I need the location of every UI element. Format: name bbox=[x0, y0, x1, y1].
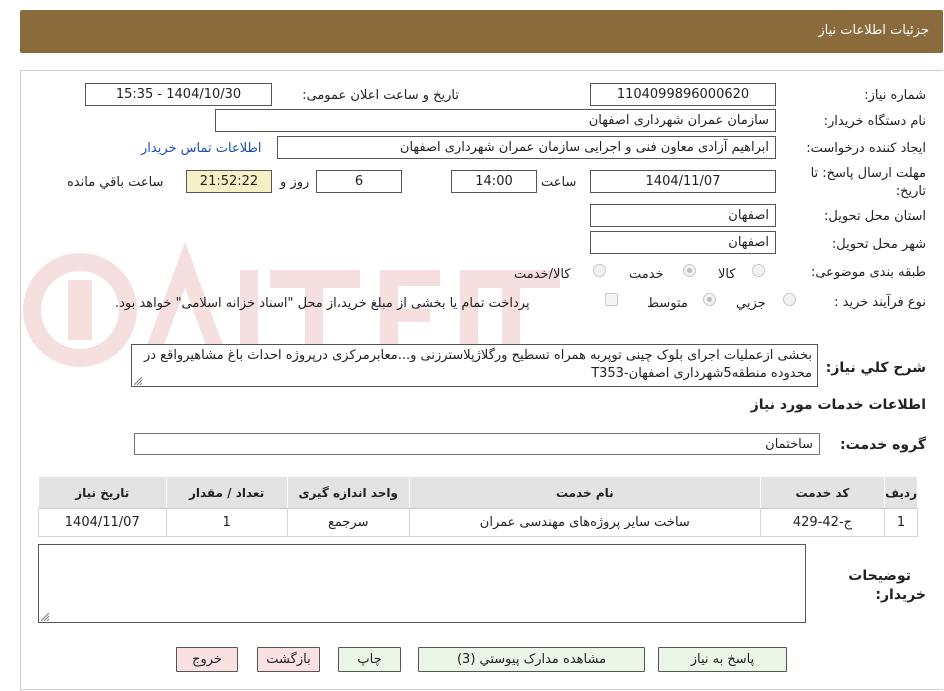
description-label: شرح کلي نیاز: bbox=[825, 360, 926, 376]
resize-handle-icon[interactable] bbox=[134, 377, 142, 385]
remaining-time-field: 21:52:22 bbox=[186, 170, 272, 193]
buyer-notes-textarea[interactable] bbox=[38, 544, 806, 623]
remaining-label: ساعت باقي مانده bbox=[67, 175, 164, 190]
cell-quantity: 1 bbox=[165, 508, 288, 537]
cell-row-number: 1 bbox=[884, 508, 918, 537]
purchase-minor-label: جزیي bbox=[736, 296, 766, 311]
deadline-date-label: تاریخ: bbox=[895, 184, 926, 199]
services-section-title: اطلاعات خدمات مورد نیاز bbox=[750, 397, 926, 413]
requester-field: ابراهیم آزادی معاون فنی و اجرایی سازمان … bbox=[277, 136, 776, 159]
category-service-radio[interactable] bbox=[683, 264, 696, 277]
col-service-name: نام خدمت bbox=[408, 476, 761, 509]
cell-need-date: 1404/11/07 bbox=[38, 508, 167, 537]
category-goods-label: کالا bbox=[718, 267, 736, 282]
buyer-notes-label-2: خریدار: bbox=[875, 587, 926, 603]
cell-service-name: ساخت سایر پروژه‌های مهندسی عمران bbox=[408, 508, 761, 537]
days-label: روز و bbox=[280, 175, 310, 190]
back-button[interactable]: بازگشت bbox=[257, 647, 320, 672]
reply-button[interactable]: پاسخ به نیاز bbox=[658, 647, 787, 672]
days-field: 6 bbox=[316, 170, 402, 193]
col-need-date: تاریخ نیاز bbox=[38, 476, 167, 509]
province-field: اصفهان bbox=[590, 204, 776, 227]
page-title: جزئیات اطلاعات نیاز bbox=[818, 23, 929, 38]
purchase-medium-radio[interactable] bbox=[703, 293, 716, 306]
col-quantity: تعداد / مقدار bbox=[165, 476, 288, 509]
cell-service-code: ج-42-429 bbox=[759, 508, 886, 537]
requester-label: ایجاد کننده درخواست: bbox=[806, 141, 926, 156]
description-textarea[interactable]: بخشی ازعملیات اجرای بلوک چینی توپربه همر… bbox=[131, 344, 818, 387]
category-service-label: خدمت bbox=[629, 267, 664, 282]
buyer-org-field: سازمان عمران شهرداری اصفهان bbox=[215, 109, 776, 132]
resize-handle-icon[interactable] bbox=[41, 613, 49, 621]
service-group-label: گروه خدمت: bbox=[840, 437, 926, 453]
category-label: طبقه بندی موضوعی: bbox=[810, 265, 926, 280]
announce-field: 1404/10/30 - 15:35 bbox=[85, 83, 272, 106]
deadline-date-field: 1404/11/07 bbox=[590, 170, 776, 193]
table-row: 1 ج-42-429 ساخت سایر پروژه‌های مهندسی عم… bbox=[38, 508, 918, 537]
category-both-label: کالا/خدمت bbox=[514, 267, 571, 282]
announce-label: تاریخ و ساعت اعلان عمومی: bbox=[302, 88, 459, 103]
purchase-minor-radio[interactable] bbox=[783, 293, 796, 306]
exit-button[interactable]: خروج bbox=[176, 647, 238, 672]
city-field: اصفهان bbox=[590, 231, 776, 254]
deadline-time-label: ساعت bbox=[541, 175, 577, 190]
deadline-label: مهلت ارسال پاسخ: تا bbox=[810, 166, 926, 181]
col-service-code: کد خدمت bbox=[759, 476, 886, 509]
services-table: ردیف کد خدمت نام خدمت واحد اندازه گیری ت… bbox=[38, 476, 918, 537]
description-text: بخشی ازعملیات اجرای بلوک چینی توپربه همر… bbox=[143, 348, 812, 381]
payment-note: پرداخت تمام یا بخشی از مبلغ خرید،از محل … bbox=[115, 296, 530, 311]
buyer-contact-link[interactable]: اطلاعات تماس خریدار bbox=[141, 141, 261, 156]
treasury-payment-checkbox[interactable] bbox=[605, 293, 618, 306]
city-label: شهر محل تحویل: bbox=[831, 237, 926, 252]
col-row-number: ردیف bbox=[884, 476, 918, 509]
page-header: جزئیات اطلاعات نیاز bbox=[20, 10, 943, 53]
need-number-label: شماره نیاز: bbox=[864, 88, 926, 103]
purchase-medium-label: متوسط bbox=[647, 296, 688, 311]
purchase-type-label: نوع فرآیند خرید : bbox=[834, 295, 926, 310]
attachments-button[interactable]: مشاهده مدارک پیوستي (3) bbox=[418, 647, 645, 672]
buyer-notes-label: توضیحات bbox=[848, 568, 911, 584]
buyer-org-label: نام دستگاه خریدار: bbox=[823, 114, 926, 129]
category-both-radio[interactable] bbox=[593, 264, 606, 277]
print-button[interactable]: چاپ bbox=[338, 647, 401, 672]
service-group-field: ساختمان bbox=[134, 433, 820, 455]
need-number-field: 1104099896000620 bbox=[590, 83, 776, 106]
col-unit: واحد اندازه گیری bbox=[286, 476, 410, 509]
deadline-time-field: 14:00 bbox=[451, 170, 537, 193]
cell-unit: سرجمع bbox=[286, 508, 410, 537]
table-header-row: ردیف کد خدمت نام خدمت واحد اندازه گیری ت… bbox=[38, 476, 918, 509]
province-label: استان محل تحویل: bbox=[824, 209, 926, 224]
category-goods-radio[interactable] bbox=[752, 264, 765, 277]
